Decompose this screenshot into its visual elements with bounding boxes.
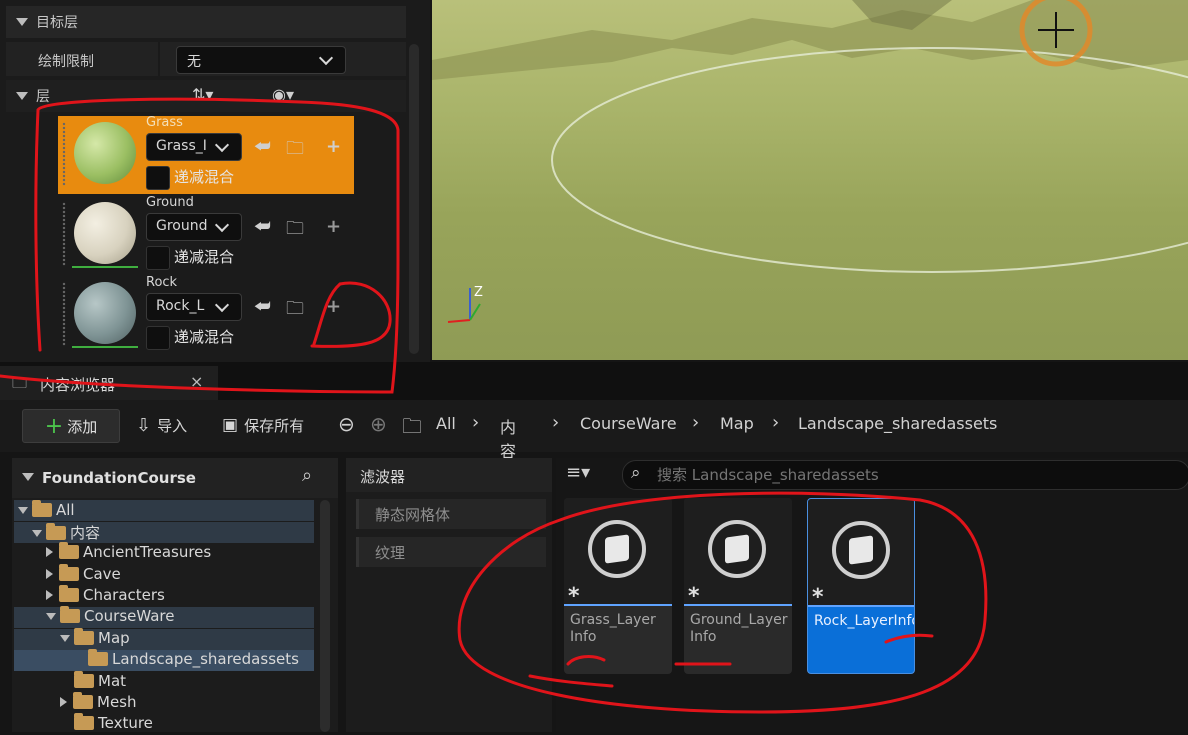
red-annotation-overlay: [0, 97, 988, 714]
